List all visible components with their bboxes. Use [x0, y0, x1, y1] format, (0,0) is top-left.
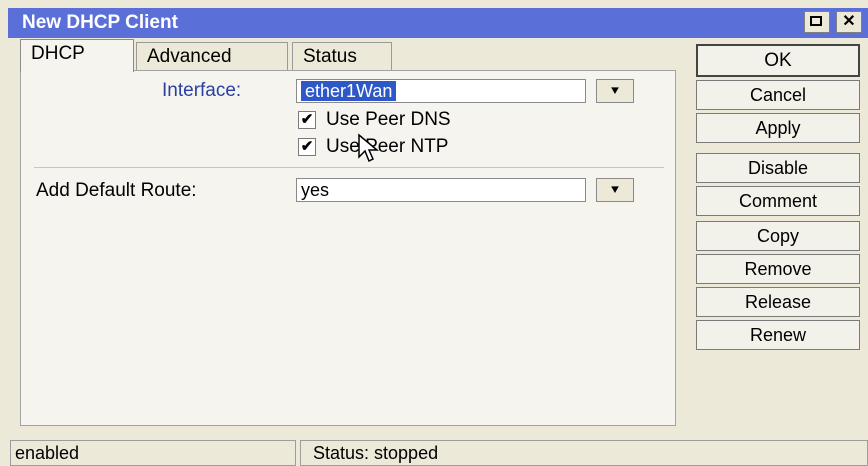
tab-advanced[interactable]: Advanced	[136, 42, 288, 70]
title-bar[interactable]: New DHCP Client ✕	[8, 8, 868, 38]
section-divider	[34, 167, 664, 168]
add-default-route-label: Add Default Route:	[36, 180, 197, 201]
tab-status[interactable]: Status	[292, 42, 392, 70]
add-default-route-field[interactable]: yes	[296, 178, 586, 202]
interface-field[interactable]: ether1Wan	[296, 79, 586, 103]
use-peer-dns-checkbox[interactable]: ✔	[298, 111, 316, 129]
interface-dropdown-button[interactable]: ⯆	[596, 79, 634, 103]
interface-value: ether1Wan	[301, 81, 397, 101]
tab-dhcp[interactable]: DHCP	[20, 39, 134, 72]
ok-button[interactable]: OK	[696, 44, 860, 77]
dhcp-client-window: New DHCP Client ✕ Advanced Status DHCP I…	[0, 0, 868, 466]
interface-label: Interface:	[162, 80, 242, 101]
use-peer-ntp-checkbox[interactable]: ✔	[298, 138, 316, 156]
copy-button[interactable]: Copy	[696, 221, 860, 251]
renew-button[interactable]: Renew	[696, 320, 860, 350]
remove-button[interactable]: Remove	[696, 254, 860, 284]
release-button[interactable]: Release	[696, 287, 860, 317]
comment-button[interactable]: Comment	[696, 186, 860, 216]
close-button[interactable]: ✕	[836, 11, 862, 33]
window-title: New DHCP Client	[22, 12, 178, 33]
maximize-button[interactable]	[804, 11, 830, 33]
status-bar-status: Status: stopped	[300, 440, 868, 466]
use-peer-dns-label: Use Peer DNS	[326, 109, 451, 130]
add-default-route-dropdown-button[interactable]: ⯆	[596, 178, 634, 202]
apply-button[interactable]: Apply	[696, 113, 860, 143]
disable-button[interactable]: Disable	[696, 153, 860, 183]
status-bar-enabled: enabled	[10, 440, 296, 466]
use-peer-ntp-label: Use Peer NTP	[326, 136, 449, 157]
cancel-button[interactable]: Cancel	[696, 80, 860, 110]
mouse-cursor-icon	[358, 133, 380, 163]
